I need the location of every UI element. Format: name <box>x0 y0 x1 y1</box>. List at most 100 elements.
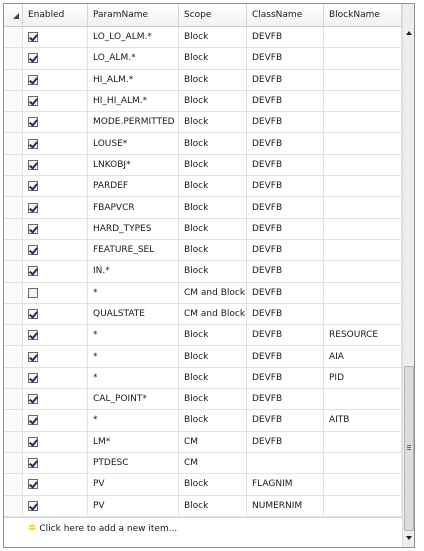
scope-cell[interactable]: Block <box>179 154 247 176</box>
paramname-cell[interactable]: FEATURE_SEL <box>88 239 179 261</box>
enabled-checkbox[interactable] <box>28 223 38 234</box>
column-header-paramname[interactable]: ParamName <box>88 4 179 26</box>
blockname-cell[interactable] <box>324 197 402 218</box>
scope-cell[interactable]: Block <box>179 495 247 516</box>
paramname-cell[interactable]: * <box>88 410 179 431</box>
paramname-cell[interactable]: FBAPVCR <box>88 197 179 218</box>
blockname-cell[interactable] <box>324 218 402 239</box>
enabled-checkbox[interactable] <box>28 500 38 511</box>
enabled-checkbox[interactable] <box>28 96 38 107</box>
classname-cell[interactable]: DEVFB <box>247 367 324 389</box>
blockname-cell[interactable] <box>324 239 402 261</box>
table-row[interactable]: * Block DEVFB PID <box>4 367 402 390</box>
column-header-scope[interactable]: Scope <box>179 4 247 26</box>
paramname-cell[interactable]: PV <box>88 495 179 516</box>
table-row[interactable]: IN.* Block DEVFB <box>4 261 402 283</box>
column-header-classname[interactable]: ClassName <box>247 4 324 26</box>
table-row[interactable]: PV Block FLAGNIM <box>4 474 402 496</box>
row-indicator[interactable] <box>4 90 23 112</box>
classname-cell[interactable]: DEVFB <box>247 410 324 431</box>
blockname-cell[interactable] <box>324 282 402 303</box>
table-row[interactable]: LOUSE* Block DEVFB <box>4 133 402 155</box>
table-row[interactable]: * CM and Block DEVFB <box>4 282 402 304</box>
enabled-checkbox[interactable] <box>28 479 38 490</box>
enabled-checkbox[interactable] <box>28 436 38 447</box>
enabled-checkbox[interactable] <box>28 159 38 170</box>
row-indicator[interactable] <box>4 346 23 367</box>
classname-cell[interactable]: DEVFB <box>247 176 324 197</box>
enabled-checkbox[interactable] <box>28 181 38 192</box>
enabled-checkbox[interactable] <box>28 202 38 213</box>
table-row[interactable]: HARD_TYPES Block DEVFB <box>4 218 402 240</box>
scroll-up-arrow-icon[interactable] <box>406 31 412 35</box>
enabled-checkbox[interactable] <box>28 415 38 426</box>
scope-cell[interactable]: Block <box>179 367 247 389</box>
blockname-cell[interactable] <box>324 176 402 197</box>
row-indicator[interactable] <box>4 431 23 452</box>
row-indicator[interactable] <box>4 69 23 90</box>
blockname-cell[interactable] <box>324 261 402 282</box>
select-all-corner[interactable] <box>4 4 23 26</box>
blockname-cell[interactable] <box>324 48 402 69</box>
paramname-cell[interactable]: * <box>88 325 179 346</box>
row-indicator[interactable] <box>4 325 23 346</box>
row-indicator[interactable] <box>4 112 23 133</box>
table-row[interactable]: FBAPVCR Block DEVFB <box>4 197 402 219</box>
enabled-checkbox[interactable] <box>28 309 38 319</box>
scope-cell[interactable]: Block <box>179 112 247 133</box>
scroll-down-arrow-icon[interactable] <box>406 536 412 540</box>
classname-cell[interactable]: DEVFB <box>247 218 324 239</box>
scope-cell[interactable]: Block <box>179 90 247 112</box>
table-row[interactable]: LNKOBJ* Block DEVFB <box>4 154 402 177</box>
table-row[interactable]: HI_HI_ALM.* Block DEVFB <box>4 90 402 113</box>
vertical-scrollbar[interactable] <box>402 4 414 547</box>
row-indicator[interactable] <box>4 133 23 154</box>
row-indicator[interactable] <box>4 367 23 389</box>
enabled-checkbox[interactable] <box>28 351 38 362</box>
table-row[interactable]: * Block DEVFB RESOURCE <box>4 325 402 347</box>
blockname-cell[interactable] <box>324 431 402 452</box>
blockname-cell[interactable] <box>324 112 402 133</box>
enabled-checkbox[interactable] <box>28 330 38 341</box>
scope-cell[interactable]: Block <box>179 346 247 367</box>
blockname-cell[interactable] <box>324 389 402 410</box>
scope-cell[interactable]: Block <box>179 48 247 69</box>
classname-cell[interactable]: DEVFB <box>247 282 324 303</box>
classname-cell[interactable]: DEVFB <box>247 69 324 90</box>
blockname-cell[interactable]: RESOURCE <box>324 325 402 346</box>
classname-cell[interactable] <box>247 452 324 474</box>
blockname-cell[interactable] <box>324 303 402 325</box>
enabled-checkbox[interactable] <box>28 458 38 469</box>
scope-cell[interactable]: Block <box>179 197 247 218</box>
paramname-cell[interactable]: LOUSE* <box>88 133 179 154</box>
classname-cell[interactable]: DEVFB <box>247 303 324 325</box>
classname-cell[interactable]: DEVFB <box>247 346 324 367</box>
enabled-checkbox[interactable] <box>28 32 38 43</box>
row-indicator[interactable] <box>4 176 23 197</box>
row-indicator[interactable] <box>4 474 23 495</box>
row-indicator[interactable] <box>4 218 23 239</box>
classname-cell[interactable]: DEVFB <box>247 431 324 452</box>
blockname-cell[interactable] <box>324 495 402 516</box>
add-new-item-row[interactable]: ✲ Click here to add a new item... <box>4 517 402 539</box>
row-indicator[interactable] <box>4 452 23 474</box>
scope-cell[interactable]: Block <box>179 325 247 346</box>
enabled-checkbox[interactable] <box>28 245 38 256</box>
classname-cell[interactable]: DEVFB <box>247 239 324 261</box>
table-row[interactable]: LO_LO_ALM.* Block DEVFB <box>4 27 402 49</box>
column-header-enabled[interactable]: Enabled <box>23 4 88 26</box>
paramname-cell[interactable]: CAL_POINT* <box>88 389 179 410</box>
enabled-checkbox[interactable] <box>28 74 38 85</box>
classname-cell[interactable]: NUMERNIM <box>247 495 324 516</box>
scope-cell[interactable]: Block <box>179 389 247 410</box>
table-row[interactable]: * Block DEVFB AITB <box>4 410 402 432</box>
paramname-cell[interactable]: LNKOBJ* <box>88 154 179 176</box>
enabled-checkbox[interactable] <box>28 287 38 298</box>
classname-cell[interactable]: DEVFB <box>247 325 324 346</box>
scope-cell[interactable]: Block <box>179 261 247 282</box>
table-row[interactable]: * Block DEVFB AIA <box>4 346 402 368</box>
classname-cell[interactable]: DEVFB <box>247 112 324 133</box>
paramname-cell[interactable]: PTDESC <box>88 452 179 474</box>
paramname-cell[interactable]: LO_ALM.* <box>88 48 179 69</box>
row-indicator[interactable] <box>4 27 23 48</box>
